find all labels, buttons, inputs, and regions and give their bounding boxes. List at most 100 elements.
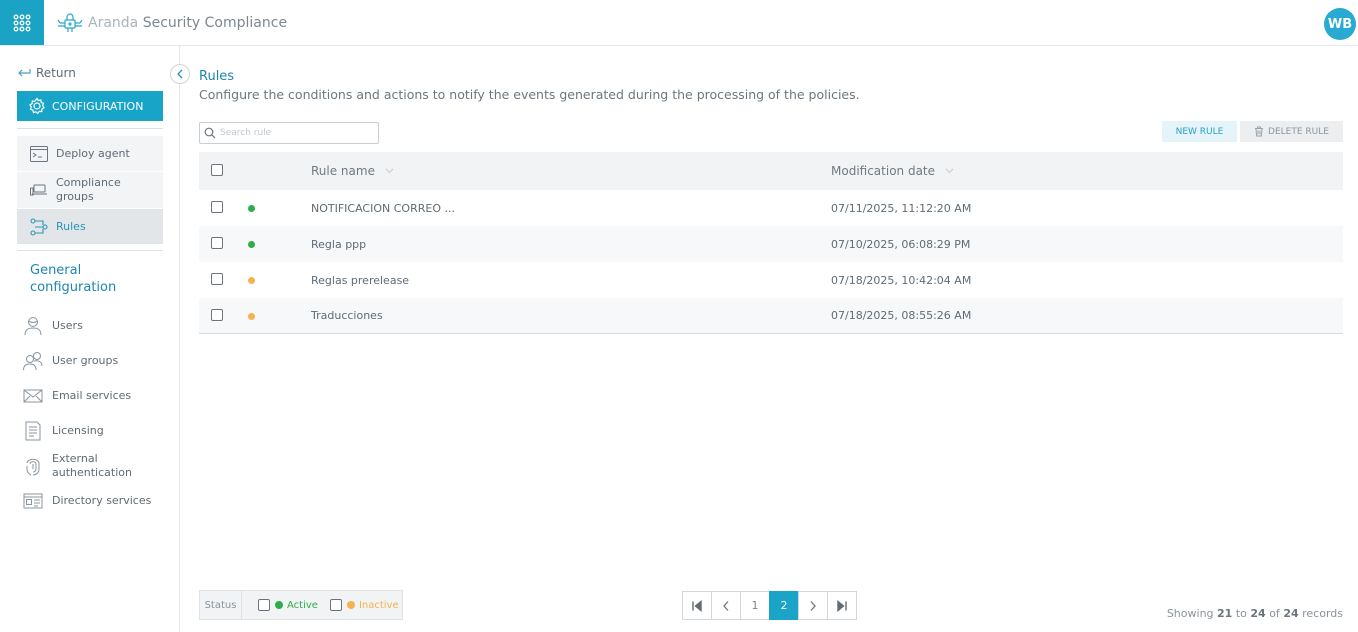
inactive-label: Inactive xyxy=(358,599,399,611)
sidebar-item-label: External authentication xyxy=(52,451,132,479)
sidebar-item-deploy-agent[interactable]: Deploy agent xyxy=(17,136,163,172)
brand-name: Security Compliance xyxy=(142,15,288,31)
fingerprint-icon xyxy=(26,458,40,475)
brand-prefix: Aranda xyxy=(88,15,139,31)
table-row[interactable]: Reglas prerelease 07/18/2025, 10:42:04 A… xyxy=(199,262,1343,298)
brand: Aranda Security Compliance xyxy=(56,11,287,35)
records-of-word: of xyxy=(1269,607,1280,620)
column-header-label: Rule name xyxy=(311,164,375,178)
modification-date-cell: 07/10/2025, 06:08:29 PM xyxy=(831,237,971,251)
rule-name-cell: Reglas prerelease xyxy=(311,273,410,287)
sidebar-item-licensing[interactable]: Licensing xyxy=(22,413,172,448)
envelope-icon xyxy=(23,389,43,402)
top-bar: Aranda Security Compliance WB xyxy=(0,0,1358,46)
chevron-left-icon xyxy=(177,69,183,79)
status-filter-inactive[interactable]: Inactive xyxy=(329,599,399,611)
sidebar-item-directory-services[interactable]: Directory services xyxy=(22,483,172,518)
terminal-icon xyxy=(30,145,48,162)
page-title: Rules xyxy=(199,69,235,84)
search-input[interactable] xyxy=(220,128,370,138)
sidebar-item-external-authentication[interactable]: External authentication xyxy=(22,448,172,483)
grid-icon xyxy=(13,14,31,31)
active-checkbox[interactable] xyxy=(258,599,270,611)
collapse-sidebar-button[interactable] xyxy=(170,64,190,84)
records-summary: Showing 21 to 24 of 24 records xyxy=(1167,607,1343,620)
row-checkbox[interactable] xyxy=(211,273,223,285)
chevron-down-icon xyxy=(945,168,954,174)
sidebar-item-label: Users xyxy=(52,319,83,332)
configuration-button[interactable]: CONFIGURATION xyxy=(17,91,163,121)
sidebar-item-email-services[interactable]: Email services xyxy=(22,378,172,413)
config-menu: Deploy agent Compliance groups Rules xyxy=(17,136,163,245)
page-button-2[interactable]: 2 xyxy=(769,591,799,620)
sidebar-divider xyxy=(17,128,163,129)
general-menu: Users User groups Email services Licensi… xyxy=(22,308,172,518)
status-dot-active xyxy=(248,205,255,212)
table-row[interactable]: Traducciones 07/18/2025, 08:55:26 AM xyxy=(199,298,1343,334)
chevron-right-icon xyxy=(810,600,816,611)
row-checkbox[interactable] xyxy=(211,237,223,249)
search-box xyxy=(199,122,379,144)
inactive-checkbox[interactable] xyxy=(329,599,342,611)
modification-date-cell: 07/18/2025, 08:55:26 AM xyxy=(831,309,972,322)
return-arrow-icon xyxy=(18,69,31,77)
security-compliance-logo-icon xyxy=(57,13,83,32)
records-from: 21 xyxy=(1217,607,1233,620)
user-avatar[interactable]: WB xyxy=(1324,8,1356,40)
sidebar-item-label: Licensing xyxy=(52,424,104,437)
sidebar-item-label: Email services xyxy=(52,389,132,402)
status-filter-active[interactable]: Active xyxy=(258,599,318,611)
sidebar-divider xyxy=(17,250,163,251)
inactive-dot xyxy=(346,601,355,609)
sidebar-item-compliance-groups[interactable]: Compliance groups xyxy=(17,172,163,209)
user-icon xyxy=(24,316,42,335)
chevron-left-icon xyxy=(723,600,729,611)
column-header-label: Modification date xyxy=(831,164,936,178)
first-page-icon xyxy=(692,599,702,612)
directory-icon xyxy=(23,493,43,508)
sidebar-item-label: Directory services xyxy=(52,494,152,507)
last-page-button[interactable] xyxy=(827,591,857,620)
status-dot-inactive xyxy=(248,277,255,284)
table-row[interactable]: NOTIFICACION CORREO ... 07/11/2025, 11:1… xyxy=(199,190,1343,226)
sidebar-item-user-groups[interactable]: User groups xyxy=(22,343,172,378)
rule-name-cell: Traducciones xyxy=(311,309,383,322)
rule-name-cell: Regla ppp xyxy=(311,237,367,251)
records-suffix: records xyxy=(1302,607,1343,620)
last-page-icon xyxy=(837,599,847,612)
status-filter: Status Active Inactive xyxy=(199,590,403,620)
sidebar-item-label: Deploy agent xyxy=(56,147,130,160)
sidebar-item-label: Rules xyxy=(56,220,86,233)
page-button-1[interactable]: 1 xyxy=(740,591,770,620)
table-row[interactable]: Regla ppp 07/10/2025, 06:08:29 PM xyxy=(199,226,1343,262)
table-header: Rule name Modification date xyxy=(199,152,1343,190)
return-label: Return xyxy=(36,66,76,80)
general-configuration-heading: General configuration xyxy=(30,263,117,295)
status-dot-inactive xyxy=(248,313,255,320)
delete-rule-button[interactable]: DELETE RULE xyxy=(1240,121,1343,142)
brand-title: Aranda Security Compliance xyxy=(88,15,287,31)
apps-grid-button[interactable] xyxy=(0,0,44,45)
row-checkbox[interactable] xyxy=(211,201,223,213)
devices-icon xyxy=(30,184,47,196)
return-link[interactable]: Return xyxy=(17,66,76,80)
trash-icon xyxy=(1255,126,1264,137)
sidebar-item-label: User groups xyxy=(52,354,119,367)
previous-page-button[interactable] xyxy=(711,591,741,620)
select-all-checkbox[interactable] xyxy=(211,164,223,176)
sidebar-item-users[interactable]: Users xyxy=(22,308,172,343)
new-rule-button[interactable]: NEW RULE xyxy=(1162,121,1237,142)
gear-icon xyxy=(29,97,45,115)
next-page-button[interactable] xyxy=(798,591,828,620)
column-header-rule-name[interactable]: Rule name xyxy=(311,164,394,178)
delete-rule-label: DELETE RULE xyxy=(1268,126,1329,137)
status-filter-label: Status xyxy=(200,591,242,619)
sidebar-item-rules[interactable]: Rules xyxy=(17,209,163,245)
column-header-modification-date[interactable]: Modification date xyxy=(831,164,954,178)
rule-name-cell: NOTIFICACION CORREO ... xyxy=(311,201,455,215)
row-checkbox[interactable] xyxy=(211,309,223,321)
first-page-button[interactable] xyxy=(682,591,712,620)
rules-icon xyxy=(30,217,48,236)
status-dot-active xyxy=(248,241,255,248)
records-to: 24 xyxy=(1250,607,1266,620)
